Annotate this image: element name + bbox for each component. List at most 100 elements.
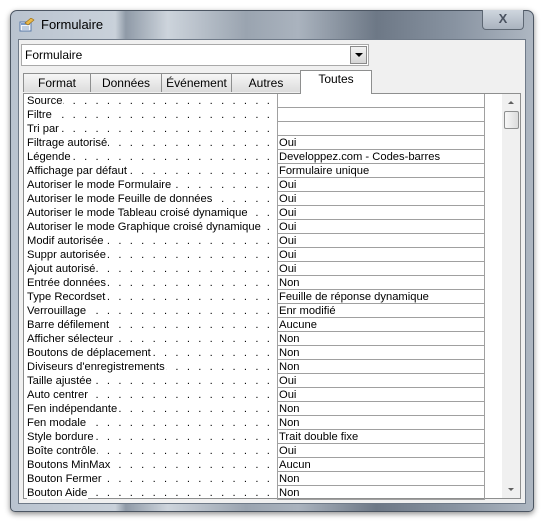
property-row[interactable]: . . . . . . . . . . . . . . . . . . . . … <box>24 416 502 430</box>
property-value-field[interactable]: Non <box>277 486 485 500</box>
column-divider <box>484 164 485 178</box>
property-row[interactable]: . . . . . . . . . . . . . . . . . . . . … <box>24 332 502 346</box>
column-divider <box>484 444 485 458</box>
property-value-field[interactable]: Oui <box>277 374 485 388</box>
scroll-up-arrow-icon <box>508 101 514 104</box>
property-label: . . . . . . . . . . . . . . . . . . . . … <box>27 458 277 472</box>
property-row[interactable]: . . . . . . . . . . . . . . . . . . . . … <box>24 290 502 304</box>
property-row[interactable]: . . . . . . . . . . . . . . . . . . . . … <box>24 136 502 150</box>
property-row[interactable]: . . . . . . . . . . . . . . . . . . . . … <box>24 150 502 164</box>
scroll-up-button[interactable] <box>502 94 520 110</box>
property-value-field[interactable]: Aucun <box>277 458 485 472</box>
property-row[interactable]: . . . . . . . . . . . . . . . . . . . . … <box>24 346 502 360</box>
tab-autres[interactable]: Autres <box>231 73 301 92</box>
property-value-field[interactable]: Non <box>277 346 485 360</box>
vertical-scrollbar[interactable] <box>502 94 520 498</box>
property-value-field[interactable]: Non <box>277 472 485 486</box>
close-button[interactable]: X <box>482 10 524 30</box>
property-row[interactable]: . . . . . . . . . . . . . . . . . . . . … <box>24 388 502 402</box>
property-row[interactable]: . . . . . . . . . . . . . . . . . . . . … <box>24 276 502 290</box>
title-bar[interactable]: Formulaire X <box>11 10 533 39</box>
tab-label: Événement <box>166 76 227 90</box>
property-label-text: Autoriser le mode Formulaire <box>27 179 173 191</box>
property-row[interactable]: . . . . . . . . . . . . . . . . . . . . … <box>24 108 502 122</box>
property-label: . . . . . . . . . . . . . . . . . . . . … <box>27 388 277 402</box>
property-row[interactable]: . . . . . . . . . . . . . . . . . . . . … <box>24 164 502 178</box>
object-selector-value: Formulaire <box>25 48 83 62</box>
tab-toutes[interactable]: Toutes <box>300 70 372 94</box>
property-value-field[interactable]: Oui <box>277 178 485 192</box>
column-divider <box>484 136 485 150</box>
property-label: . . . . . . . . . . . . . . . . . . . . … <box>27 402 277 416</box>
property-row[interactable]: . . . . . . . . . . . . . . . . . . . . … <box>24 486 502 500</box>
property-label: . . . . . . . . . . . . . . . . . . . . … <box>27 248 277 262</box>
property-row[interactable]: . . . . . . . . . . . . . . . . . . . . … <box>24 206 502 220</box>
property-value-field[interactable]: Oui <box>277 234 485 248</box>
property-value-field[interactable]: Feuille de réponse dynamique <box>277 290 485 304</box>
column-divider <box>484 276 485 290</box>
property-value-field[interactable] <box>277 108 485 122</box>
property-label-text: Boutons MinMax <box>27 459 112 471</box>
property-row[interactable]: . . . . . . . . . . . . . . . . . . . . … <box>24 458 502 472</box>
client-area: Formulaire Format Données Événement Autr… <box>18 39 526 504</box>
property-value-field[interactable]: Oui <box>277 206 485 220</box>
column-divider <box>484 290 485 304</box>
tab-donnees[interactable]: Données <box>90 73 162 92</box>
property-value-field[interactable]: Oui <box>277 262 485 276</box>
property-value-field[interactable]: Oui <box>277 220 485 234</box>
property-row[interactable]: . . . . . . . . . . . . . . . . . . . . … <box>24 220 502 234</box>
column-divider <box>484 178 485 192</box>
property-row[interactable]: . . . . . . . . . . . . . . . . . . . . … <box>24 444 502 458</box>
property-value-field[interactable]: Oui <box>277 388 485 402</box>
property-row[interactable]: . . . . . . . . . . . . . . . . . . . . … <box>24 360 502 374</box>
column-divider <box>484 262 485 276</box>
property-label: . . . . . . . . . . . . . . . . . . . . … <box>27 290 277 304</box>
property-value-field[interactable]: Non <box>277 276 485 290</box>
property-row[interactable]: . . . . . . . . . . . . . . . . . . . . … <box>24 430 502 444</box>
property-value-field[interactable] <box>277 94 485 108</box>
property-value-field[interactable]: Non <box>277 402 485 416</box>
object-selector-dropdown[interactable]: Formulaire <box>21 44 369 66</box>
tab-format[interactable]: Format <box>23 73 91 92</box>
column-divider <box>484 458 485 472</box>
property-row[interactable]: . . . . . . . . . . . . . . . . . . . . … <box>24 234 502 248</box>
property-value-field[interactable]: Non <box>277 332 485 346</box>
property-value-field[interactable]: Aucune <box>277 318 485 332</box>
property-row[interactable]: . . . . . . . . . . . . . . . . . . . . … <box>24 94 502 108</box>
property-value-field[interactable]: Non <box>277 416 485 430</box>
property-row[interactable]: . . . . . . . . . . . . . . . . . . . . … <box>24 178 502 192</box>
leader-dots: . . . . . . . . . . . . . . . . . . . . … <box>27 109 277 121</box>
property-row[interactable]: . . . . . . . . . . . . . . . . . . . . … <box>24 374 502 388</box>
property-row[interactable]: . . . . . . . . . . . . . . . . . . . . … <box>24 262 502 276</box>
property-row[interactable]: . . . . . . . . . . . . . . . . . . . . … <box>24 472 502 486</box>
column-divider <box>484 234 485 248</box>
property-row[interactable]: . . . . . . . . . . . . . . . . . . . . … <box>24 402 502 416</box>
property-value-field[interactable]: Oui <box>277 248 485 262</box>
property-sheet-window: Formulaire X Formulaire Format Données É… <box>10 10 534 512</box>
property-value-field[interactable]: Oui <box>277 444 485 458</box>
property-label-text: Bouton Aide <box>27 487 89 499</box>
property-label-text: Style bordure <box>27 431 95 443</box>
property-value-field[interactable]: Formulaire unique <box>277 164 485 178</box>
property-row[interactable]: . . . . . . . . . . . . . . . . . . . . … <box>24 248 502 262</box>
property-value-field[interactable] <box>277 122 485 136</box>
column-divider <box>484 248 485 262</box>
scroll-thumb[interactable] <box>504 111 519 129</box>
property-label: . . . . . . . . . . . . . . . . . . . . … <box>27 94 277 108</box>
property-row[interactable]: . . . . . . . . . . . . . . . . . . . . … <box>24 304 502 318</box>
property-row[interactable]: . . . . . . . . . . . . . . . . . . . . … <box>24 192 502 206</box>
property-value-field[interactable]: Trait double fixe <box>277 430 485 444</box>
property-label-text: Taille ajustée <box>27 375 93 387</box>
property-row[interactable]: . . . . . . . . . . . . . . . . . . . . … <box>24 318 502 332</box>
property-value-field[interactable]: Oui <box>277 192 485 206</box>
form-properties-icon <box>19 18 35 32</box>
property-row[interactable]: . . . . . . . . . . . . . . . . . . . . … <box>24 122 502 136</box>
tab-evenement[interactable]: Événement <box>161 73 232 92</box>
column-divider <box>484 360 485 374</box>
property-value-field[interactable]: Oui <box>277 136 485 150</box>
scroll-down-button[interactable] <box>502 482 520 498</box>
property-value-field[interactable]: Developpez.com - Codes-barres <box>277 150 485 164</box>
dropdown-button[interactable] <box>350 46 367 64</box>
property-value-field[interactable]: Enr modifié <box>277 304 485 318</box>
property-value-field[interactable]: Non <box>277 360 485 374</box>
